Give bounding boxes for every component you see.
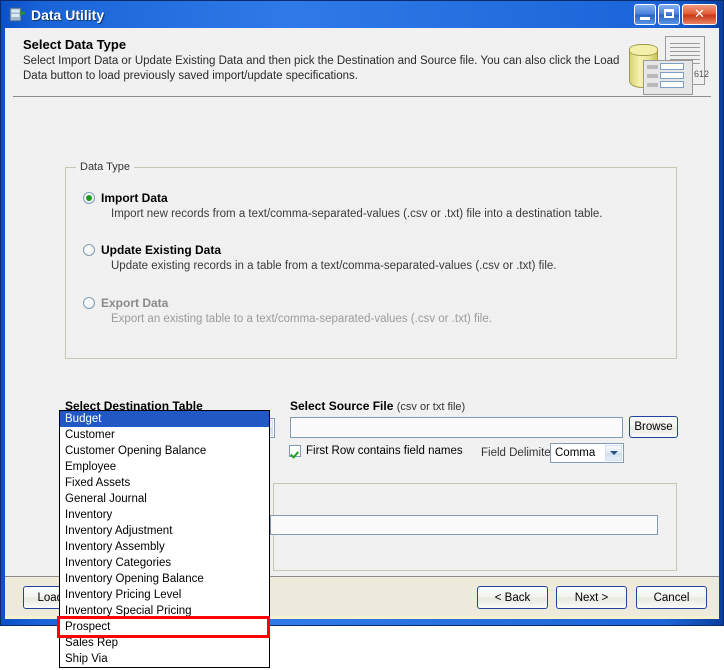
radio-label-import-data: Import Data [101, 191, 168, 205]
dropdown-option[interactable]: Ship Via [60, 651, 269, 667]
checkbox-icon-first-row[interactable] [289, 445, 301, 457]
source-file-path-input[interactable] [290, 417, 623, 438]
radio-icon-export-data[interactable] [83, 297, 95, 309]
dropdown-option[interactable]: Inventory Adjustment [60, 523, 269, 539]
destination-table-dropdown-list[interactable]: Budget Customer Customer Opening Balance Em… [59, 410, 270, 668]
chevron-down-icon-delimiter[interactable] [605, 445, 622, 461]
minimize-button[interactable] [634, 4, 656, 25]
window-title: Data Utility [31, 6, 105, 23]
page-description: Select Import Data or Update Existing Da… [23, 55, 620, 82]
dropdown-option[interactable]: Inventory Special Pricing [60, 603, 269, 619]
dropdown-option[interactable]: Inventory Categories [60, 555, 269, 571]
dropdown-option[interactable]: Inventory Opening Balance [60, 571, 269, 587]
source-file-label-text: Select Source File [290, 399, 394, 413]
dropdown-option[interactable]: Customer Opening Balance [60, 443, 269, 459]
close-button[interactable]: ✕ [682, 4, 717, 25]
first-row-field-names-checkbox[interactable]: First Row contains field names [289, 445, 463, 457]
data-utility-icon [9, 7, 26, 23]
radio-desc-update-existing-data: Update existing records in a table from … [111, 260, 557, 272]
window-controls: ✕ [634, 4, 717, 25]
illustration-number: 612 [693, 69, 709, 79]
dropdown-option[interactable]: Sales Rep [60, 635, 269, 651]
maximize-button[interactable] [658, 4, 680, 25]
source-file-label: Select Source File (csv or txt file) [290, 399, 465, 413]
field-delimiter-label: Field Delimiter [481, 447, 555, 459]
cancel-button[interactable]: Cancel [636, 586, 707, 609]
radio-icon-import-data[interactable] [83, 192, 95, 204]
dropdown-option[interactable]: Budget [60, 411, 269, 427]
title-bar[interactable]: Data Utility ✕ [5, 1, 719, 28]
radio-desc-export-data: Export an existing table to a text/comma… [111, 313, 492, 325]
header-divider [13, 96, 711, 97]
browse-button[interactable]: Browse [629, 416, 678, 438]
dropdown-option[interactable]: Customer [60, 427, 269, 443]
radio-label-export-data: Export Data [101, 296, 169, 310]
dropdown-option[interactable]: Inventory Pricing Level [60, 587, 269, 603]
radio-icon-update-existing-data[interactable] [83, 244, 95, 256]
first-row-label: First Row contains field names [306, 445, 463, 457]
field-mapping-input[interactable] [270, 515, 658, 535]
data-type-groupbox: Data Type Import Data Import new records… [65, 161, 677, 359]
dropdown-option[interactable]: General Journal [60, 491, 269, 507]
dropdown-option[interactable]: Prospect [60, 619, 269, 635]
form-window-icon [643, 60, 693, 95]
dropdown-option[interactable]: Inventory [60, 507, 269, 523]
page-title: Select Data Type [23, 37, 127, 52]
dropdown-option[interactable]: Inventory Assembly [60, 539, 269, 555]
wizard-header: Select Data Type Select Import Data or U… [5, 28, 719, 96]
field-delimiter-value: Comma [555, 447, 596, 459]
source-file-label-note: (csv or txt file) [396, 401, 466, 413]
data-type-legend: Data Type [76, 161, 134, 173]
next-button[interactable]: Next > [556, 586, 627, 609]
dropdown-option[interactable]: Employee [60, 459, 269, 475]
back-button[interactable]: < Back [477, 586, 548, 609]
radio-label-update-existing-data: Update Existing Data [101, 243, 222, 257]
radio-desc-import-data: Import new records from a text/comma-sep… [111, 208, 603, 220]
dropdown-option[interactable]: Fixed Assets [60, 475, 269, 491]
field-delimiter-combo[interactable]: Comma [550, 443, 624, 463]
database-import-illustration: 612 [629, 36, 709, 95]
